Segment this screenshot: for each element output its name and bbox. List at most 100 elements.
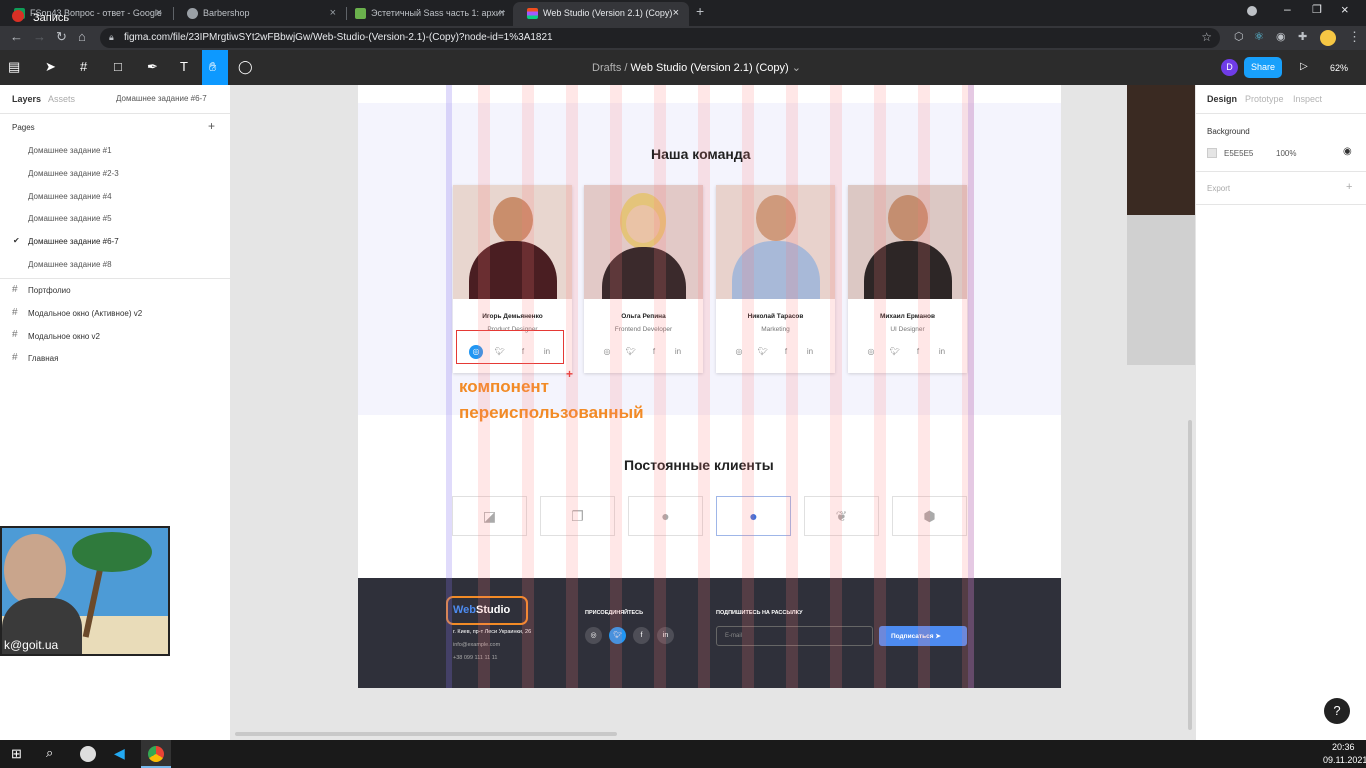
p-icon	[355, 8, 366, 19]
eye-icon[interactable]: ◉	[1343, 146, 1352, 157]
figma-menu-icon[interactable]: ▤	[8, 58, 20, 76]
background-label: Background	[1207, 127, 1250, 136]
reload-icon[interactable]: ↻	[56, 30, 67, 44]
page-item[interactable]: Домашнее задание #1	[28, 146, 112, 155]
pages-title: Pages	[12, 123, 35, 132]
hand-tool-button[interactable]: ✋︎	[202, 50, 228, 85]
chrome-icon	[148, 746, 164, 762]
tab-layers[interactable]: Layers	[12, 94, 41, 104]
bookmark-star-icon[interactable]: ☆	[1201, 30, 1212, 44]
close-icon[interactable]: ×	[499, 7, 505, 19]
github-icon[interactable]	[80, 746, 96, 762]
grid-column	[522, 85, 534, 688]
text-tool-icon[interactable]: T	[180, 58, 188, 76]
tab-prototype[interactable]: Prototype	[1245, 94, 1284, 104]
tab-sheets[interactable]: FSon43 Вопрос - ответ - Google ×	[0, 2, 172, 26]
extension-icon[interactable]: ⬡	[1234, 30, 1244, 44]
image-frame-preview[interactable]	[1127, 85, 1195, 215]
bg-opacity-value[interactable]: 100%	[1276, 149, 1296, 158]
omnibox[interactable]: 🔒︎ figma.com/file/23IPMrgtiwSYt2wFBbwjGw…	[100, 28, 1220, 48]
add-export-icon[interactable]: +	[1346, 181, 1352, 193]
menu-kebab-icon[interactable]: ⋮	[1348, 30, 1361, 44]
layer-frame[interactable]: Модальное окно v2	[28, 332, 100, 341]
tab-design[interactable]: Design	[1207, 94, 1237, 104]
window-close-icon[interactable]: ×	[1341, 2, 1349, 17]
browser-tab-bar: FSon43 Вопрос - ответ - Google × Barbers…	[0, 0, 1366, 26]
breadcrumb: Drafts / Web Studio (Version 2.1) (Copy)…	[592, 62, 801, 74]
export-label: Export	[1207, 184, 1231, 193]
close-icon[interactable]: ×	[156, 7, 162, 19]
bg-hex-value[interactable]: E5E5E5	[1224, 149, 1253, 158]
windows-start-icon[interactable]: ⊞	[11, 746, 22, 762]
profile-avatar[interactable]	[1320, 30, 1336, 46]
move-tool-icon[interactable]: ➤	[45, 58, 56, 76]
frame-preview[interactable]	[1127, 215, 1195, 365]
tab-sass[interactable]: Эстетичный Sass часть 1: архит ×	[341, 2, 515, 26]
add-page-icon[interactable]: +	[208, 119, 215, 133]
restore-icon[interactable]: ❐	[1312, 3, 1322, 16]
page-item[interactable]: Домашнее задание #8	[28, 260, 112, 269]
clock-time[interactable]: 20:36	[1332, 742, 1355, 752]
grid-column	[478, 85, 490, 688]
frame-tool-icon[interactable]: #	[80, 58, 87, 76]
tab-title: Web Studio (Version 2.1) (Copy)	[543, 8, 673, 18]
windows-taskbar: ⊞ ⌕ ◀ 20:36 09.11.2021	[0, 740, 1366, 768]
frame-icon: #	[12, 352, 18, 363]
page-item[interactable]: Домашнее задание #5	[28, 214, 112, 223]
page-item[interactable]: Домашнее задание #4	[28, 192, 112, 201]
tab-figma[interactable]: Web Studio (Version 2.1) (Copy) ×	[513, 2, 689, 26]
clock-date[interactable]: 09.11.2021	[1323, 755, 1366, 765]
file-title[interactable]: Web Studio (Version 2.1) (Copy)	[631, 62, 789, 74]
frame-icon: #	[12, 284, 18, 295]
chevron-down-icon[interactable]: ⌄	[792, 62, 801, 74]
pen-tool-icon[interactable]: ✒	[147, 58, 158, 76]
back-icon[interactable]: ←	[10, 30, 23, 44]
bg-color-swatch[interactable]	[1207, 148, 1217, 158]
tab-title: Barbershop	[203, 8, 250, 18]
zoom-level[interactable]: 62%	[1330, 63, 1348, 73]
puzzle-icon[interactable]: ✚	[1298, 30, 1307, 44]
home-icon[interactable]: ⌂	[78, 30, 86, 44]
vscode-icon[interactable]: ◀	[114, 745, 125, 762]
figma-icon	[527, 8, 538, 19]
page-item[interactable]: Домашнее задание #2-3	[28, 169, 119, 178]
search-icon[interactable]: ⌕	[46, 745, 53, 761]
figma-toolbar: ▤ ➤ # □ ✒ T ✋︎ ◯ Drafts / Web Studio (Ve…	[0, 50, 1366, 85]
forward-icon[interactable]: →	[33, 30, 46, 44]
figma-canvas[interactable]: Наша команда Игорь Демьяненко Product De…	[231, 85, 1195, 740]
layer-frame[interactable]: Модальное окно (Активное) v2	[28, 309, 142, 318]
layer-frame[interactable]: Главная	[28, 354, 58, 363]
frame-icon: #	[12, 329, 18, 340]
design-frame[interactable]: Наша команда Игорь Демьяненко Product De…	[358, 85, 1061, 688]
record-icon	[12, 10, 24, 22]
tab-search-icon[interactable]	[1247, 6, 1257, 16]
grid-column	[830, 85, 842, 688]
user-avatar[interactable]: D	[1221, 59, 1238, 76]
grid-column	[742, 85, 754, 688]
react-devtools-icon[interactable]: ⚛	[1254, 30, 1264, 44]
layer-frame[interactable]: Портфолио	[28, 286, 71, 295]
shape-tool-icon[interactable]: □	[114, 58, 122, 76]
grid-column	[962, 85, 974, 688]
tab-barbershop[interactable]: Barbershop ×	[173, 2, 346, 26]
close-icon[interactable]: ×	[330, 7, 336, 19]
share-button[interactable]: Share	[1244, 57, 1282, 78]
current-page-dropdown[interactable]: Домашнее задание #6-7	[116, 94, 207, 103]
minimize-icon[interactable]: –	[1284, 2, 1291, 16]
close-icon[interactable]: ×	[673, 7, 679, 19]
grid-column	[874, 85, 886, 688]
comment-tool-icon[interactable]: ◯	[238, 58, 253, 76]
url-text: figma.com/file/23IPMrgtiwSYt2wFBbwjGw/We…	[124, 32, 553, 43]
chrome-taskbar-button[interactable]	[141, 740, 171, 768]
tab-assets[interactable]: Assets	[48, 94, 75, 104]
tab-inspect[interactable]: Inspect	[1293, 94, 1322, 104]
drafts-link[interactable]: Drafts	[592, 62, 621, 74]
horizontal-scrollbar[interactable]	[235, 732, 617, 736]
grid-column	[610, 85, 622, 688]
present-icon[interactable]: ▷	[1300, 58, 1308, 76]
new-tab-button[interactable]: +	[696, 3, 704, 19]
vertical-scrollbar[interactable]	[1188, 420, 1192, 730]
help-button[interactable]: ?	[1324, 698, 1350, 724]
extension-icon[interactable]: ◉	[1276, 30, 1286, 44]
page-item-active[interactable]: Домашнее задание #6-7	[28, 237, 119, 246]
